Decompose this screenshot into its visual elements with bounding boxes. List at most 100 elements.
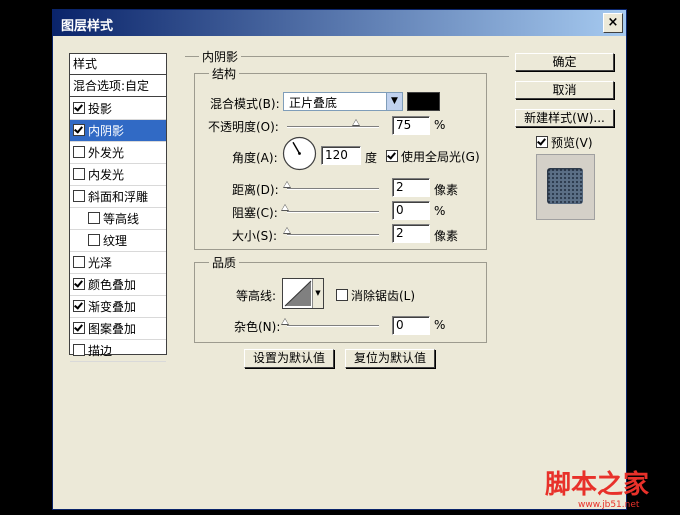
checkbox-icon <box>336 289 348 301</box>
checkbox-icon[interactable] <box>73 322 85 334</box>
style-item-label: 描边 <box>88 344 113 358</box>
style-item[interactable]: 纹理 <box>70 230 166 252</box>
window-title: 图层样式 <box>61 19 114 34</box>
cancel-button[interactable]: 取消 <box>515 81 614 99</box>
size-unit: 像素 <box>434 229 459 243</box>
noise-slider-thumb[interactable] <box>281 318 289 325</box>
opacity-unit: % <box>434 118 446 132</box>
style-list-header[interactable]: 样式 <box>70 54 166 75</box>
antialias-checkbox[interactable]: 消除锯齿(L) <box>336 287 415 304</box>
opacity-slider-track[interactable] <box>287 126 379 128</box>
style-item[interactable]: 颜色叠加 <box>70 274 166 296</box>
checkbox-icon <box>386 150 398 162</box>
opacity-slider-thumb[interactable] <box>352 119 360 126</box>
size-input[interactable]: 2 <box>392 224 430 243</box>
checkbox-icon[interactable] <box>73 168 85 180</box>
distance-slider-thumb[interactable] <box>283 181 291 188</box>
distance-input[interactable]: 2 <box>392 178 430 197</box>
distance-unit: 像素 <box>434 183 459 197</box>
choke-input[interactable]: 0 <box>392 201 430 220</box>
watermark-url: www.jb51.net <box>578 500 640 510</box>
checkbox-icon[interactable] <box>88 212 100 224</box>
style-item[interactable]: 投影 <box>70 98 166 120</box>
style-item-label: 图案叠加 <box>88 322 137 336</box>
blend-options-item[interactable]: 混合选项:自定 <box>70 76 166 97</box>
checkbox-icon[interactable] <box>73 278 85 290</box>
checkbox-icon <box>536 136 548 148</box>
style-item-label: 投影 <box>88 102 113 116</box>
contour-picker[interactable]: ▼ <box>282 278 324 309</box>
choke-unit: % <box>434 204 446 218</box>
set-default-button[interactable]: 设置为默认值 <box>244 349 334 368</box>
checkbox-icon[interactable] <box>73 124 85 136</box>
reset-default-button[interactable]: 复位为默认值 <box>345 349 435 368</box>
global-light-checkbox[interactable]: 使用全局光(G) <box>386 148 480 165</box>
style-item[interactable]: 渐变叠加 <box>70 296 166 318</box>
checkbox-icon[interactable] <box>73 146 85 158</box>
title-bar[interactable]: 图层样式 × <box>53 10 626 36</box>
new-style-button[interactable]: 新建样式(W)... <box>515 109 614 127</box>
blend-mode-label: 混合模式(B): <box>210 97 280 111</box>
distance-slider-track[interactable] <box>287 188 379 190</box>
shadow-color-swatch[interactable] <box>407 92 440 111</box>
watermark-logo: 脚本之家 <box>545 470 650 500</box>
size-slider-track[interactable] <box>287 234 379 236</box>
quality-group: 品质 等高线: ▼ 消除锯齿(L) 杂色(N): 0 % <box>194 254 487 343</box>
style-item[interactable]: 内阴影 <box>70 120 166 142</box>
checkbox-icon[interactable] <box>73 344 85 356</box>
blend-mode-value: 正片叠底 <box>289 96 338 110</box>
style-item[interactable]: 图案叠加 <box>70 318 166 340</box>
noise-input[interactable]: 0 <box>392 316 430 335</box>
style-item-label: 外发光 <box>88 146 125 160</box>
style-item-label: 光泽 <box>88 256 113 270</box>
checkbox-icon[interactable] <box>73 256 85 268</box>
global-light-label: 使用全局光(G) <box>401 150 480 164</box>
style-item[interactable]: 光泽 <box>70 252 166 274</box>
style-item[interactable]: 外发光 <box>70 142 166 164</box>
panel-title: 内阴影 <box>199 48 242 65</box>
style-item-label: 颜色叠加 <box>88 278 137 292</box>
style-item-label: 内阴影 <box>88 124 125 138</box>
size-label: 大小(S): <box>232 229 278 243</box>
checkbox-icon[interactable] <box>73 190 85 202</box>
style-item-label: 渐变叠加 <box>88 300 137 314</box>
contour-label: 等高线: <box>236 289 277 303</box>
structure-legend: 结构 <box>209 65 240 82</box>
noise-label: 杂色(N): <box>234 320 281 334</box>
choke-slider-track[interactable] <box>287 211 379 213</box>
style-item[interactable]: 等高线 <box>70 208 166 230</box>
checkbox-icon[interactable] <box>73 102 85 114</box>
choke-label: 阻塞(C): <box>232 206 278 220</box>
style-item[interactable]: 内发光 <box>70 164 166 186</box>
noise-slider-track[interactable] <box>287 325 379 327</box>
contour-preview-icon <box>284 280 312 307</box>
opacity-input[interactable]: 75 <box>392 116 430 135</box>
angle-input[interactable]: 120 <box>321 146 361 165</box>
close-button[interactable]: × <box>603 13 623 33</box>
style-list: 样式 混合选项:自定 投影内阴影外发光内发光斜面和浮雕等高线纹理光泽颜色叠加渐变… <box>69 53 167 362</box>
opacity-label: 不透明度(O): <box>208 120 279 134</box>
preview-checkbox[interactable]: 预览(V) <box>536 134 593 151</box>
ok-button[interactable]: 确定 <box>515 53 614 71</box>
angle-dial[interactable] <box>282 136 317 171</box>
angle-label: 角度(A): <box>232 151 278 165</box>
noise-unit: % <box>434 318 446 332</box>
style-item[interactable]: 斜面和浮雕 <box>70 186 166 208</box>
antialias-label: 消除锯齿(L) <box>351 289 416 303</box>
layer-style-dialog: 图层样式 × 样式 混合选项:自定 投影 内阴影 外发光 内发光 斜面和浮雕 等高线 纹理光… <box>52 9 627 510</box>
structure-group: 结构 混合模式(B): 正片叠底 ▼ 不透明度(O): 75 % 角度(A): … <box>194 65 487 250</box>
style-preview <box>536 154 595 220</box>
chevron-down-icon: ▼ <box>312 279 323 308</box>
blend-mode-select[interactable]: 正片叠底 ▼ <box>283 92 403 111</box>
style-item-label: 斜面和浮雕 <box>88 190 149 204</box>
angle-unit: 度 <box>365 151 378 165</box>
checkbox-icon[interactable] <box>73 300 85 312</box>
style-item-label: 等高线 <box>103 212 140 226</box>
style-item-label: 纹理 <box>103 234 128 248</box>
size-slider-thumb[interactable] <box>283 227 291 234</box>
checkbox-icon[interactable] <box>88 234 100 246</box>
style-item[interactable]: 描边 <box>70 340 166 362</box>
style-item-label: 内发光 <box>88 168 125 182</box>
choke-slider-thumb[interactable] <box>281 204 289 211</box>
distance-label: 距离(D): <box>232 183 279 197</box>
